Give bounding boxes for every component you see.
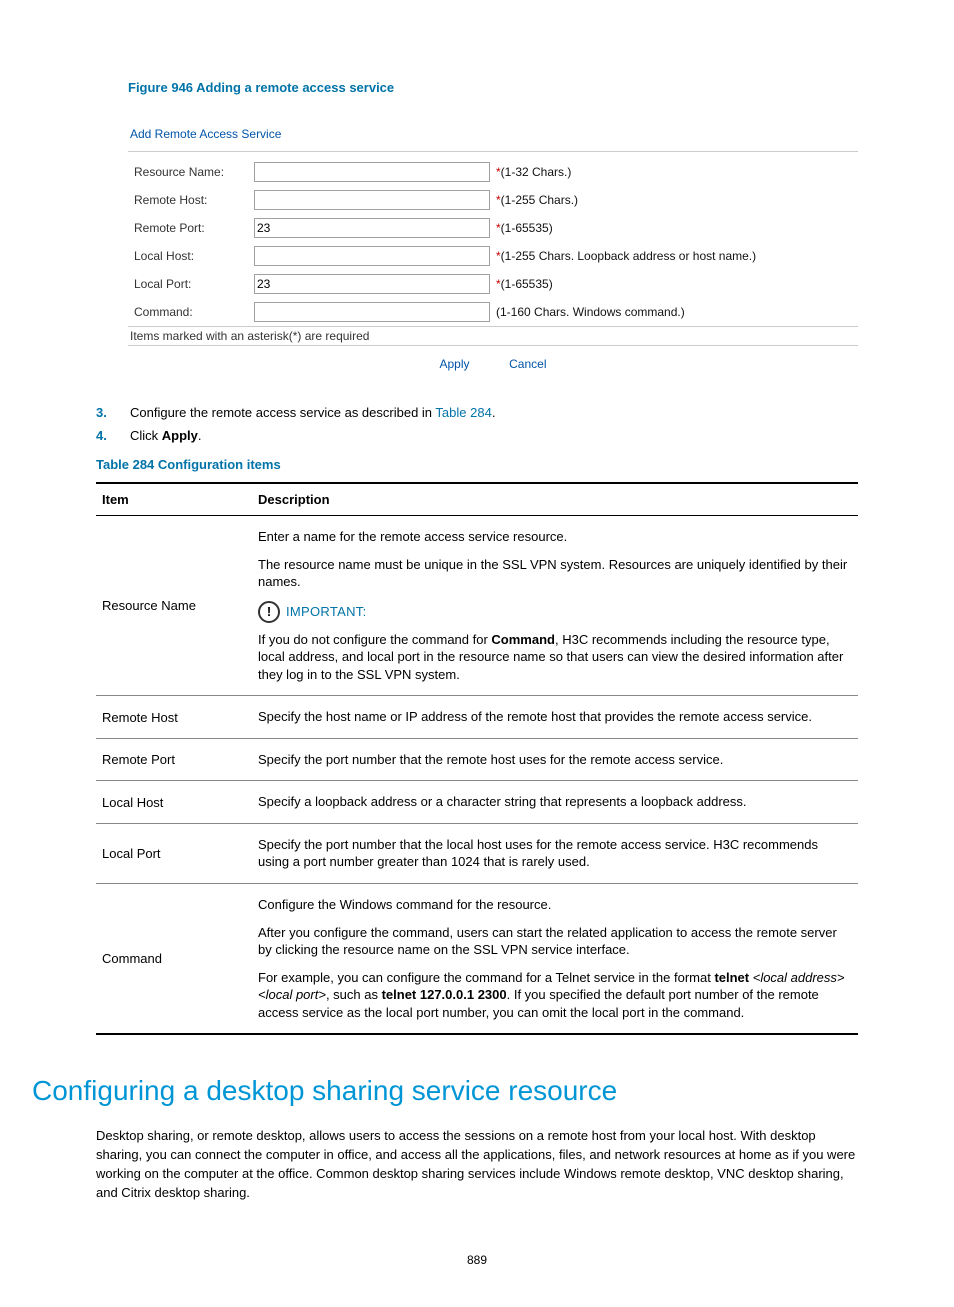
- label-command: Command:: [134, 305, 254, 319]
- step-pre: Configure the remote access service as d…: [130, 405, 435, 420]
- form-screenshot: Add Remote Access Service Resource Name:…: [128, 125, 858, 375]
- section-body: Desktop sharing, or remote desktop, allo…: [96, 1127, 858, 1202]
- table-row: Command Configure the Windows command fo…: [96, 884, 858, 1035]
- form-buttons: Apply Cancel: [128, 346, 858, 375]
- hint-text: (1-255 Chars. Loopback address or host n…: [501, 249, 756, 263]
- cell-item: Command: [96, 884, 252, 1035]
- desc-bold: telnet: [714, 970, 749, 985]
- form-row-local-host: Local Host: *(1-255 Chars. Loopback addr…: [128, 242, 858, 270]
- table-row: Resource Name Enter a name for the remot…: [96, 516, 858, 696]
- cell-item: Local Host: [96, 781, 252, 824]
- local-port-input[interactable]: [254, 274, 490, 294]
- cancel-button[interactable]: Cancel: [509, 357, 546, 371]
- cell-item: Local Port: [96, 823, 252, 883]
- step-4: 4. Click Apply.: [96, 428, 858, 443]
- local-host-input[interactable]: [254, 246, 490, 266]
- th-description: Description: [252, 483, 858, 516]
- desc-span: For example, you can configure the comma…: [258, 970, 714, 985]
- form-row-local-port: Local Port: *(1-65535): [128, 270, 858, 298]
- desc-bold: telnet 127.0.0.1 2300: [382, 987, 507, 1002]
- label-remote-host: Remote Host:: [134, 193, 254, 207]
- resource-name-input[interactable]: [254, 162, 490, 182]
- hint-text: (1-255 Chars.): [501, 193, 578, 207]
- required-note: Items marked with an asterisk(*) are req…: [128, 326, 858, 346]
- hint-text: (1-32 Chars.): [501, 165, 572, 179]
- remote-port-input[interactable]: [254, 218, 490, 238]
- table-link[interactable]: Table 284: [435, 405, 491, 420]
- figure-caption: Figure 946 Adding a remote access servic…: [128, 80, 858, 95]
- step-number: 3.: [96, 405, 130, 420]
- hint-text: (1-65535): [501, 277, 553, 291]
- important-icon: !: [258, 601, 280, 623]
- cell-desc: Enter a name for the remote access servi…: [252, 516, 858, 696]
- label-remote-port: Remote Port:: [134, 221, 254, 235]
- label-local-port: Local Port:: [134, 277, 254, 291]
- hint-remote-host: *(1-255 Chars.): [496, 193, 578, 207]
- step-text: Configure the remote access service as d…: [130, 405, 858, 420]
- desc-p: Configure the Windows command for the re…: [258, 896, 848, 914]
- desc-p: Specify a loopback address or a characte…: [258, 793, 848, 811]
- step-3: 3. Configure the remote access service a…: [96, 405, 858, 420]
- table-row: Remote Host Specify the host name or IP …: [96, 696, 858, 739]
- important-label: IMPORTANT:: [286, 604, 367, 619]
- cell-item: Remote Host: [96, 696, 252, 739]
- hint-text: (1-65535): [501, 221, 553, 235]
- table-caption: Table 284 Configuration items: [96, 457, 858, 472]
- important-callout: ! IMPORTANT:: [258, 601, 848, 623]
- form-row-resource-name: Resource Name: *(1-32 Chars.): [128, 158, 858, 186]
- desc-p: Specify the port number that the local h…: [258, 836, 848, 871]
- hint-text: (1-160 Chars. Windows command.): [496, 305, 685, 319]
- table-row: Local Host Specify a loopback address or…: [96, 781, 858, 824]
- desc-p: Specify the port number that the remote …: [258, 751, 848, 769]
- desc-span: If you do not configure the command for: [258, 632, 491, 647]
- section-heading: Configuring a desktop sharing service re…: [32, 1075, 858, 1107]
- cell-desc: Specify the port number that the local h…: [252, 823, 858, 883]
- step-post: .: [492, 405, 496, 420]
- table-row: Local Port Specify the port number that …: [96, 823, 858, 883]
- desc-p: After you configure the command, users c…: [258, 924, 848, 959]
- step-bold: Apply: [162, 428, 198, 443]
- steps-list: 3. Configure the remote access service a…: [96, 405, 858, 443]
- desc-p: For example, you can configure the comma…: [258, 969, 848, 1022]
- hint-local-port: *(1-65535): [496, 277, 553, 291]
- cell-desc: Specify the host name or IP address of t…: [252, 696, 858, 739]
- hint-remote-port: *(1-65535): [496, 221, 553, 235]
- step-post: .: [198, 428, 202, 443]
- desc-p: The resource name must be unique in the …: [258, 556, 848, 591]
- cell-item: Resource Name: [96, 516, 252, 696]
- table-row: Remote Port Specify the port number that…: [96, 738, 858, 781]
- hint-local-host: *(1-255 Chars. Loopback address or host …: [496, 249, 756, 263]
- label-local-host: Local Host:: [134, 249, 254, 263]
- desc-bold: Command: [491, 632, 555, 647]
- step-text: Click Apply.: [130, 428, 858, 443]
- hint-command: (1-160 Chars. Windows command.): [496, 305, 685, 319]
- remote-host-input[interactable]: [254, 190, 490, 210]
- desc-p: If you do not configure the command for …: [258, 631, 848, 684]
- th-item: Item: [96, 483, 252, 516]
- step-number: 4.: [96, 428, 130, 443]
- step-pre: Click: [130, 428, 162, 443]
- cell-desc: Specify a loopback address or a characte…: [252, 781, 858, 824]
- command-input[interactable]: [254, 302, 490, 322]
- cell-item: Remote Port: [96, 738, 252, 781]
- form-row-command: Command: (1-160 Chars. Windows command.): [128, 298, 858, 326]
- form-title: Add Remote Access Service: [128, 125, 858, 147]
- cell-desc: Configure the Windows command for the re…: [252, 884, 858, 1035]
- page-number: 889: [96, 1253, 858, 1267]
- desc-span: , such as: [326, 987, 382, 1002]
- desc-p: Enter a name for the remote access servi…: [258, 528, 848, 546]
- config-table: Item Description Resource Name Enter a n…: [96, 482, 858, 1035]
- divider: [128, 151, 858, 152]
- hint-resource-name: *(1-32 Chars.): [496, 165, 571, 179]
- form-row-remote-port: Remote Port: *(1-65535): [128, 214, 858, 242]
- apply-button[interactable]: Apply: [439, 357, 469, 371]
- cell-desc: Specify the port number that the remote …: [252, 738, 858, 781]
- desc-p: Specify the host name or IP address of t…: [258, 708, 848, 726]
- form-row-remote-host: Remote Host: *(1-255 Chars.): [128, 186, 858, 214]
- label-resource-name: Resource Name:: [134, 165, 254, 179]
